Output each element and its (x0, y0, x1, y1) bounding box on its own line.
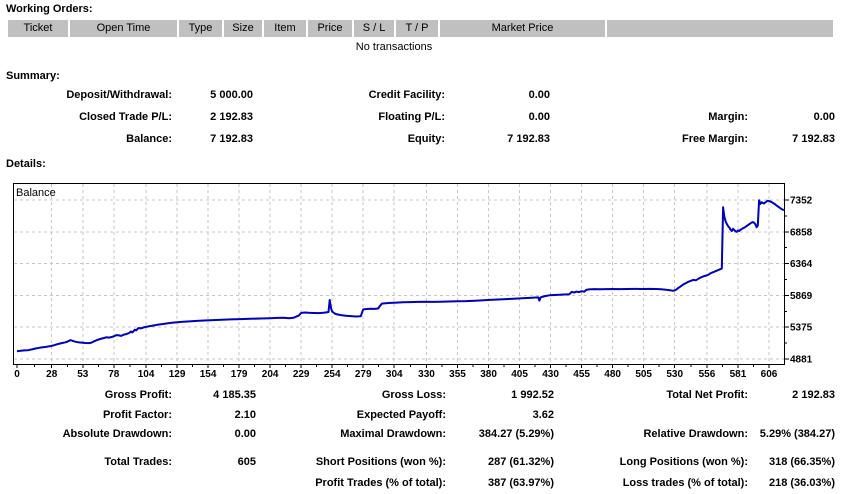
stat-label: Expected Payoff: (216, 409, 446, 422)
y-axis-label: 5869 (790, 291, 813, 302)
y-axis-label: 6858 (790, 227, 813, 238)
x-axis-label: 606 (761, 369, 778, 380)
x-axis-label: 480 (604, 369, 621, 380)
x-axis-label: 304 (386, 369, 403, 380)
stat-value: 2 192.83 (705, 389, 835, 402)
account-statement-report: Working Orders: TicketOpen TimeTypeSizeI… (0, 0, 851, 494)
x-axis-label: 154 (200, 369, 217, 380)
order-column-header-price: Price (308, 20, 352, 37)
x-axis-label: 556 (699, 369, 716, 380)
details-heading: Details: (6, 158, 46, 171)
x-axis-label: 204 (262, 369, 279, 380)
x-axis-label: 104 (138, 369, 155, 380)
order-column-header-tp: T / P (396, 20, 438, 37)
stat-value: 218 (36.03%) (705, 477, 835, 490)
x-axis-label: 179 (231, 369, 248, 380)
y-axis-label: 7352 (790, 196, 813, 207)
stat-value: 5.29% (384.27) (705, 428, 835, 441)
working-orders-heading: Working Orders: (6, 3, 93, 16)
y-axis-label: 4881 (790, 355, 813, 366)
order-column-header-market-price: Market Price (440, 20, 605, 37)
stat-label: Gross Loss: (216, 389, 446, 402)
x-axis-label: 530 (666, 369, 683, 380)
summary-value: 0.00 (705, 111, 835, 124)
x-axis-label: 78 (108, 369, 120, 380)
order-column-header-sl: S / L (354, 20, 394, 37)
x-axis-label: 279 (355, 369, 372, 380)
x-axis-label: 455 (573, 369, 590, 380)
stat-label: Profit Trades (% of total): (216, 477, 446, 490)
x-axis-label: 505 (635, 369, 652, 380)
x-axis-label: 581 (730, 369, 747, 380)
summary-label: Floating P/L: (215, 111, 445, 124)
summary-value: 0.00 (420, 89, 550, 102)
order-column-header-blank (607, 20, 833, 37)
y-axis-label: 6364 (790, 259, 813, 270)
chart-plot-area (14, 184, 785, 365)
order-column-header-size: Size (224, 20, 262, 37)
summary-value: 7 192.83 (705, 133, 835, 146)
order-column-header-ticket: Ticket (8, 20, 68, 37)
x-axis-label: 254 (324, 369, 341, 380)
stat-label: Maximal Drawdown: (216, 428, 446, 441)
x-axis-label: 229 (293, 369, 310, 380)
stat-label: Short Positions (won %): (216, 456, 446, 469)
summary-label: Equity: (215, 133, 445, 146)
no-transactions-message: No transactions (8, 41, 780, 54)
x-axis-label: 380 (480, 369, 497, 380)
summary-heading: Summary: (6, 70, 60, 83)
x-axis-label: 405 (511, 369, 528, 380)
x-axis-label: 129 (169, 369, 186, 380)
x-axis-label: 430 (542, 369, 559, 380)
stat-value: 318 (66.35%) (705, 456, 835, 469)
order-column-header-open-time: Open Time (70, 20, 177, 37)
order-column-header-type: Type (179, 20, 222, 37)
balance-chart: 7352 6858 6364 5869 5375 4881 0 28 53 78 104 129 154… (0, 176, 851, 388)
order-column-header-item: Item (264, 20, 306, 37)
x-axis-label: 28 (46, 369, 58, 380)
x-axis-label: 355 (449, 369, 466, 380)
y-axis-label: 5375 (790, 323, 813, 334)
chart-series-title: Balance (16, 187, 56, 199)
x-axis-label: 53 (77, 369, 89, 380)
x-axis-label: 0 (14, 369, 20, 380)
stat-value: 3.62 (424, 409, 554, 422)
x-axis-label: 330 (418, 369, 435, 380)
summary-label: Credit Facility: (215, 89, 445, 102)
